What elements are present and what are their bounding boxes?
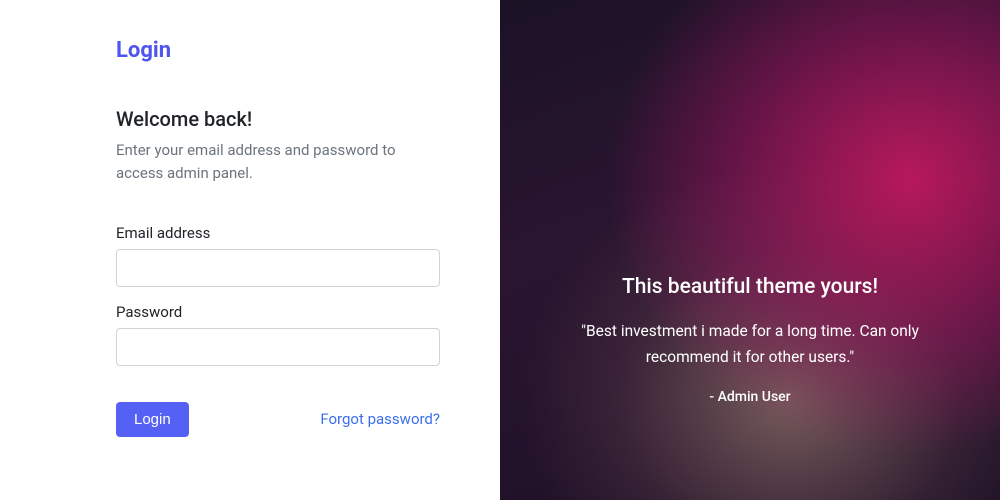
forgot-password-link[interactable]: Forgot password?: [320, 410, 440, 428]
testimonial-quote: "Best investment i made for a long time.…: [560, 319, 940, 370]
login-button[interactable]: Login: [116, 402, 189, 437]
testimonial-title: This beautiful theme yours!: [622, 275, 878, 299]
testimonial-panel: This beautiful theme yours! "Best invest…: [500, 0, 1000, 500]
welcome-heading: Welcome back!: [116, 107, 440, 131]
password-label: Password: [116, 303, 440, 321]
login-panel: Login Welcome back! Enter your email add…: [0, 0, 500, 500]
testimonial-author: - Admin User: [709, 389, 790, 405]
email-label: Email address: [116, 224, 440, 242]
password-field[interactable]: [116, 328, 440, 366]
password-form-group: Password: [116, 303, 440, 366]
brand-logo: Login: [116, 38, 440, 63]
email-field[interactable]: [116, 249, 440, 287]
email-form-group: Email address: [116, 224, 440, 287]
welcome-subheading: Enter your email address and password to…: [116, 139, 440, 186]
form-footer: Login Forgot password?: [116, 402, 440, 437]
